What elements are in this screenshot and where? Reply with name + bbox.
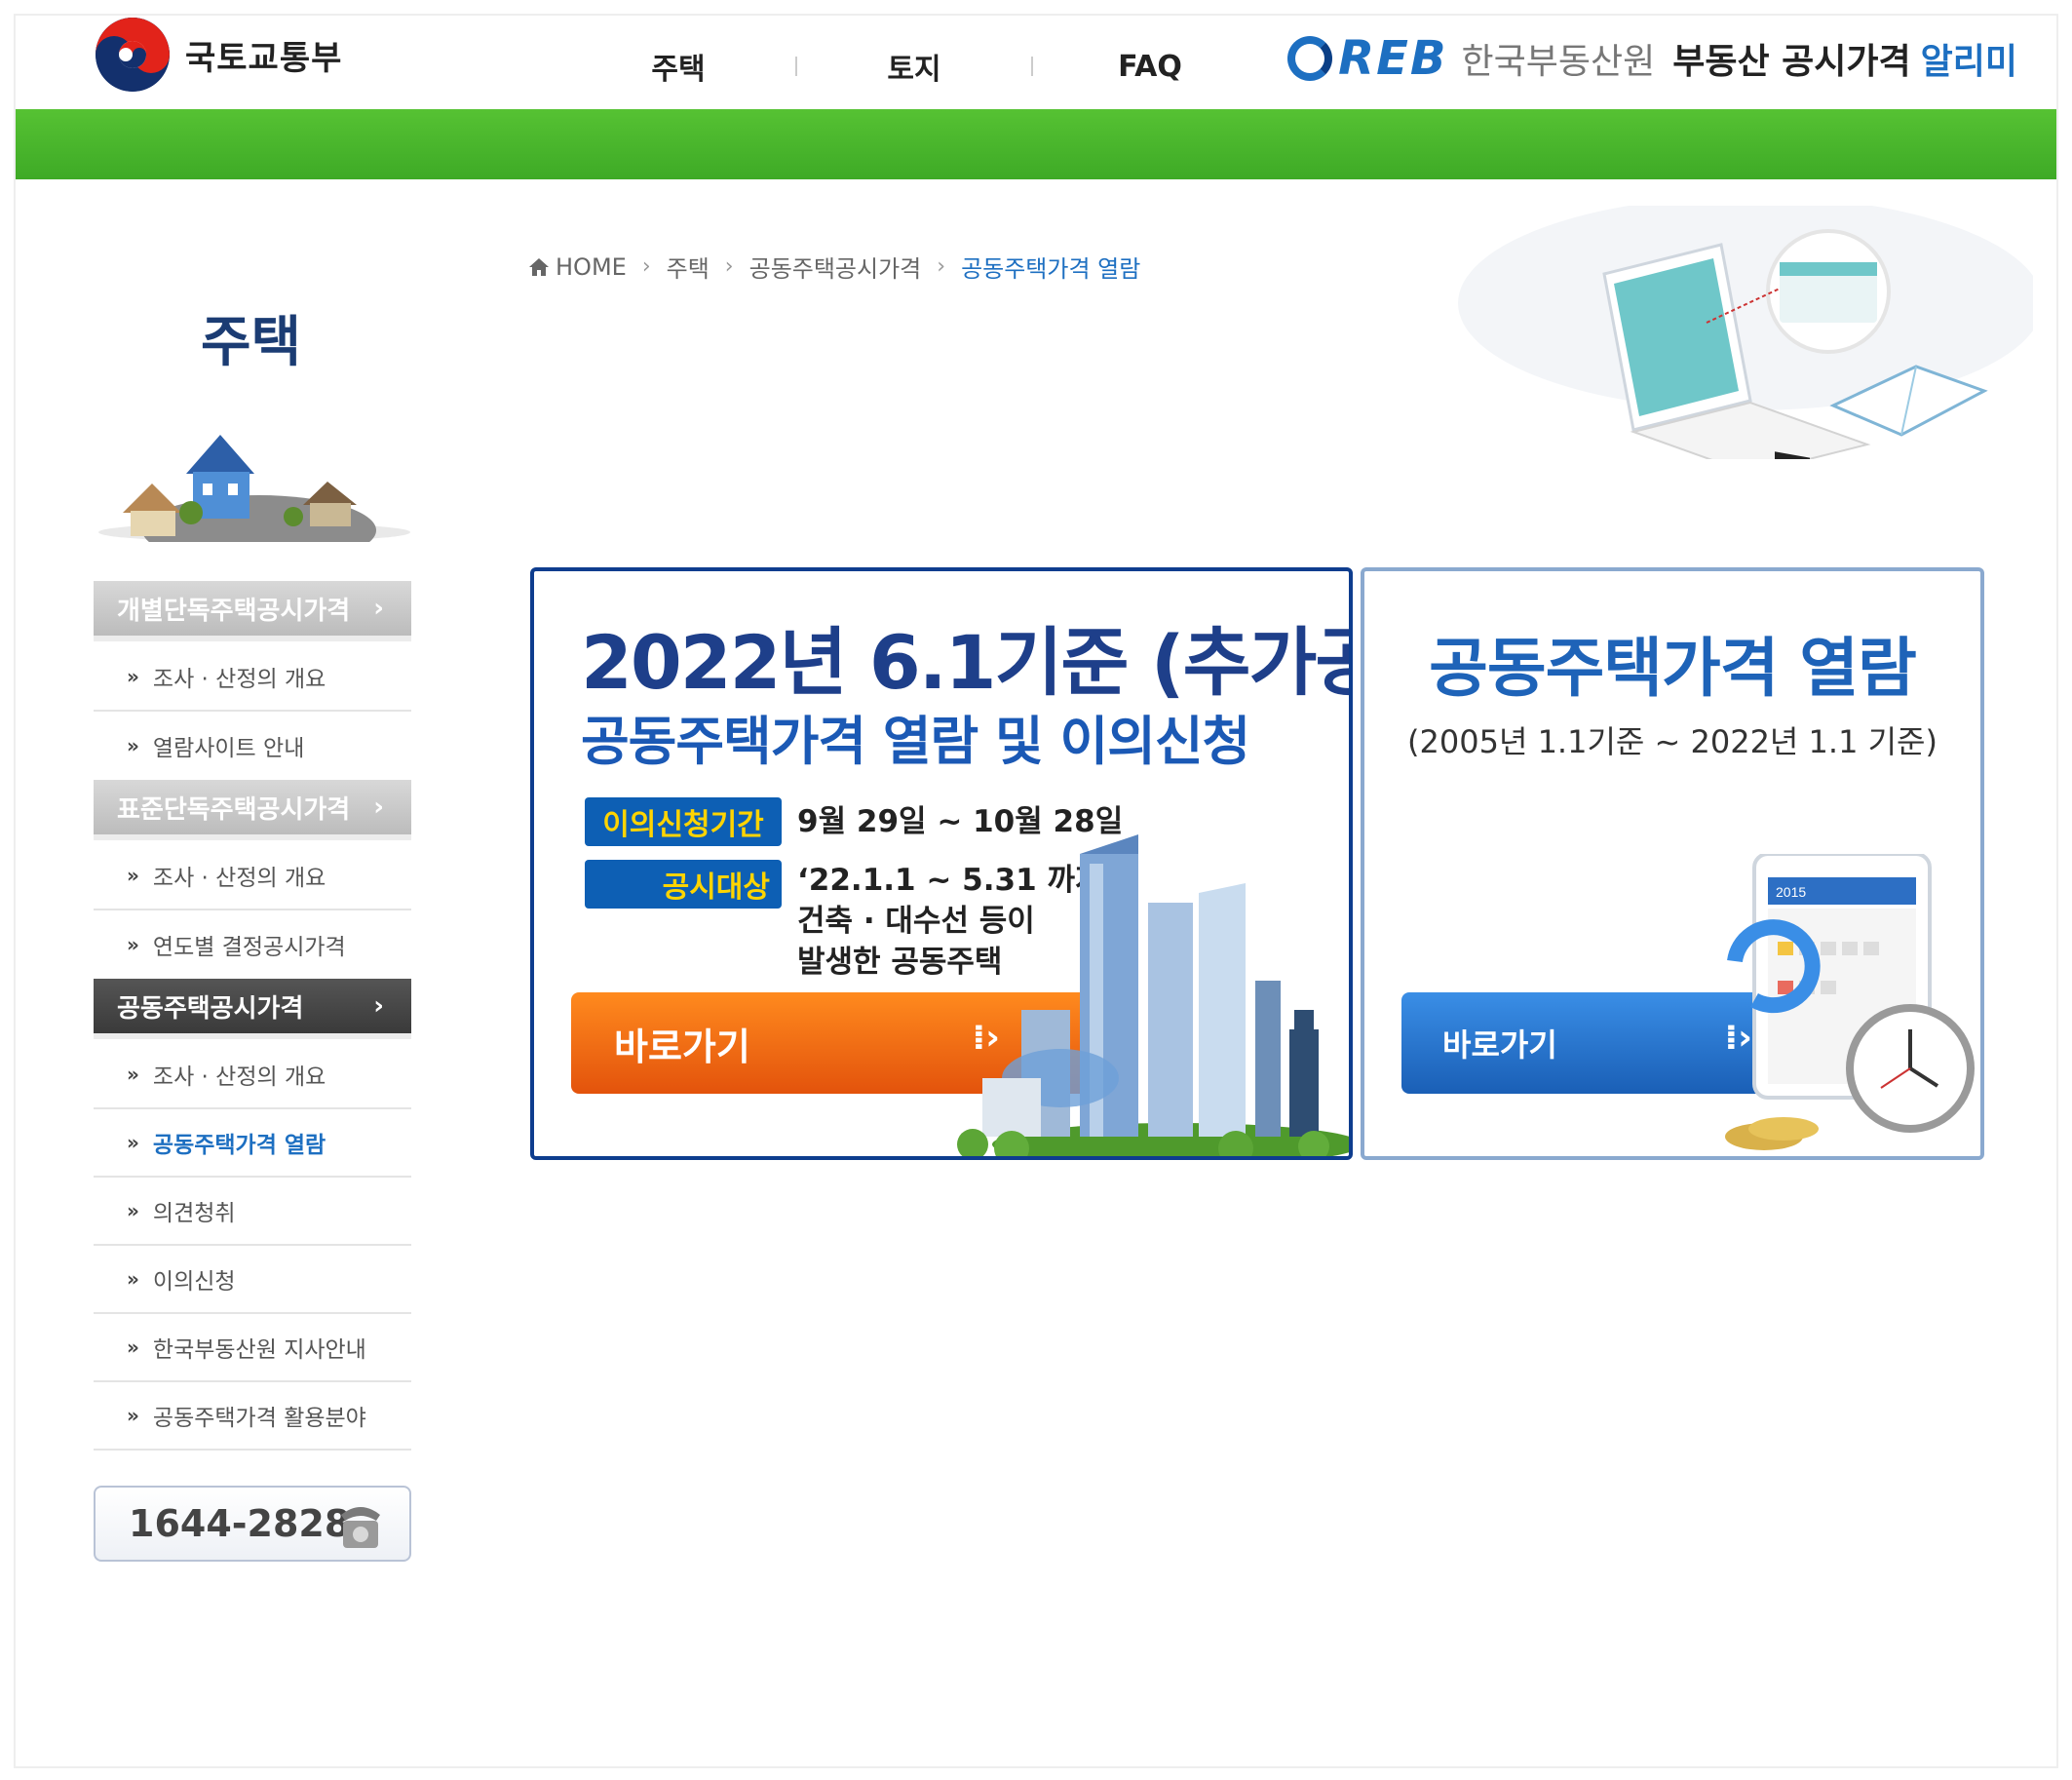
taegeuk-emblem-icon bbox=[96, 18, 170, 92]
banner-subtitle: (2005년 1.1기준 ~ 2022년 1.1 기준) bbox=[1407, 723, 1938, 760]
sidebar-menu: 개별단독주택공시가격 › » 조사 · 산정의 개요 » 열람사이트 안내 표준… bbox=[94, 581, 411, 1451]
chevron-right-icon: › bbox=[373, 793, 384, 822]
phone-number: 1644-2828 bbox=[129, 1502, 351, 1545]
double-chevron-icon: » bbox=[127, 1131, 139, 1154]
banner-title: 2022년 6.1기준 (추가공시) bbox=[581, 619, 1349, 706]
go-button-label: 바로가기 bbox=[614, 1025, 750, 1068]
sidebar-section-apartment[interactable]: 공동주택공시가격 › bbox=[94, 979, 411, 1033]
reb-org-name: 한국부동산원 bbox=[1461, 42, 1656, 82]
sidebar-section-label: 개별단독주택공시가격 bbox=[117, 596, 351, 626]
sidebar-item-label: 연도별 결정공시가격 bbox=[152, 935, 346, 960]
page-frame: 국토교통부 주택 토지 FAQ REB 한국부동산원 부동산 공시가격 알리미 … bbox=[14, 14, 2058, 1768]
sidebar-item[interactable]: » 조사 · 산정의 개요 bbox=[94, 1041, 411, 1109]
sidebar-section-label: 표준단독주택공시가격 bbox=[117, 794, 351, 825]
site-title: 부동산 공시가격 bbox=[1672, 42, 1911, 82]
sidebar-item[interactable]: » 조사 · 산정의 개요 bbox=[94, 643, 411, 712]
sidebar-item[interactable]: » 의견청취 bbox=[94, 1178, 411, 1246]
nav-land[interactable]: 토지 bbox=[797, 45, 1031, 88]
city-skyline-illustration bbox=[957, 834, 1349, 1156]
double-chevron-icon: » bbox=[127, 1404, 139, 1427]
double-chevron-icon: » bbox=[127, 734, 139, 757]
site-title-accent: 알리미 bbox=[1920, 42, 2017, 82]
site-header: 국토교통부 주택 토지 FAQ REB 한국부동산원 부동산 공시가격 알리미 bbox=[16, 16, 2056, 109]
chevron-right-icon: › bbox=[373, 991, 384, 1021]
sidebar-item[interactable]: » 한국부동산원 지사안내 bbox=[94, 1314, 411, 1382]
double-chevron-icon: » bbox=[127, 665, 139, 688]
sidebar-section-label: 공동주택공시가격 bbox=[117, 993, 304, 1024]
banner-subtitle: 공동주택가격 열람 및 이의신청 bbox=[581, 711, 1250, 772]
breadcrumb-home[interactable]: HOME bbox=[556, 253, 627, 281]
sidebar-item[interactable]: » 공동주택가격 활용분야 bbox=[94, 1382, 411, 1451]
sidebar-item-active[interactable]: » 공동주택가격 열람 bbox=[94, 1109, 411, 1178]
tablet-calendar-clock-illustration: 2015 bbox=[1725, 854, 1975, 1150]
sidebar-item[interactable]: » 조사 · 산정의 개요 bbox=[94, 842, 411, 910]
chevron-right-icon: › bbox=[724, 254, 734, 279]
breadcrumb-current: 공동주택가격 열람 bbox=[961, 255, 1141, 283]
laptop-illustration bbox=[1458, 206, 2033, 459]
gov-name: 국토교통부 bbox=[185, 38, 343, 78]
sidebar-item-label: 이의신청 bbox=[152, 1269, 236, 1295]
double-chevron-icon: » bbox=[127, 1063, 139, 1086]
sidebar-item-label: 열람사이트 안내 bbox=[152, 736, 305, 761]
sidebar-section-individual-house[interactable]: 개별단독주택공시가격 › bbox=[94, 581, 411, 636]
gov-logo[interactable]: 국토교통부 bbox=[96, 16, 342, 94]
sidebar-item-label: 공동주택가격 열람 bbox=[152, 1133, 326, 1158]
sidebar-item-label: 한국부동산원 지사안내 bbox=[152, 1337, 366, 1363]
sidebar-item[interactable]: » 연도별 결정공시가격 bbox=[94, 910, 411, 979]
sidebar-section-standard-house[interactable]: 표준단독주택공시가격 › bbox=[94, 780, 411, 834]
sidebar-item-label: 조사 · 산정의 개요 bbox=[152, 866, 326, 891]
double-chevron-icon: » bbox=[127, 1335, 139, 1359]
top-navigation: 주택 토지 FAQ bbox=[561, 45, 1267, 88]
double-chevron-icon: » bbox=[127, 933, 139, 956]
chevron-right-icon: › bbox=[641, 254, 651, 279]
go-button-label: 바로가기 bbox=[1442, 1026, 1557, 1064]
banner-title: 공동주택가격 열람 bbox=[1429, 631, 1917, 706]
additional-notice-banner[interactable]: 2022년 6.1기준 (추가공시) 공동주택가격 열람 및 이의신청 이의신청… bbox=[530, 567, 1353, 1160]
sidebar-title: 주택 bbox=[201, 311, 302, 374]
nav-housing[interactable]: 주택 bbox=[561, 45, 795, 88]
reb-mark-icon bbox=[1287, 36, 1333, 81]
houses-illustration bbox=[94, 415, 415, 565]
sidebar-item-label: 조사 · 산정의 개요 bbox=[152, 1064, 326, 1090]
chevron-right-icon: › bbox=[373, 594, 384, 623]
chevron-right-icon: › bbox=[937, 254, 946, 279]
price-view-banner[interactable]: 공동주택가격 열람 (2005년 1.1기준 ~ 2022년 1.1 기준) 바… bbox=[1361, 567, 1984, 1160]
double-chevron-icon: » bbox=[127, 1199, 139, 1222]
nav-faq[interactable]: FAQ bbox=[1033, 50, 1267, 84]
green-banner-bar bbox=[16, 109, 2056, 179]
sidebar-item-label: 조사 · 산정의 개요 bbox=[152, 667, 326, 692]
home-icon bbox=[529, 257, 549, 276]
notice-target-tag: 공시대상 bbox=[585, 860, 782, 909]
double-chevron-icon: » bbox=[127, 1267, 139, 1291]
sidebar-item[interactable]: » 이의신청 bbox=[94, 1246, 411, 1314]
telephone-icon bbox=[341, 1507, 380, 1548]
phone-contact: 1644-2828 bbox=[94, 1486, 411, 1562]
breadcrumb-level1[interactable]: 주택 bbox=[667, 250, 710, 284]
sidebar-item-label: 의견청취 bbox=[152, 1201, 236, 1226]
calendar-year: 2015 bbox=[1776, 884, 1806, 900]
reb-logo[interactable]: REB 한국부동산원 부동산 공시가격 알리미 bbox=[1287, 29, 2017, 88]
breadcrumb-level2[interactable]: 공동주택공시가격 bbox=[749, 250, 922, 284]
breadcrumb: HOME › 주택 › 공동주택공시가격 › 공동주택가격 열람 bbox=[528, 250, 1140, 284]
objection-period-tag: 이의신청기간 bbox=[585, 797, 782, 846]
sidebar-item[interactable]: » 열람사이트 안내 bbox=[94, 712, 411, 780]
double-chevron-icon: » bbox=[127, 864, 139, 887]
reb-brand: REB bbox=[1338, 31, 1448, 86]
sidebar-item-label: 공동주택가격 활용분야 bbox=[152, 1406, 366, 1431]
